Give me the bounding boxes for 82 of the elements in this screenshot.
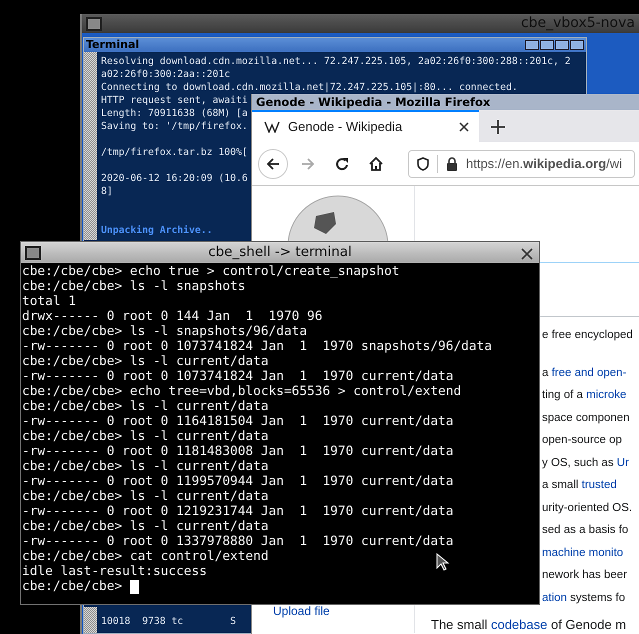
output-line: 10018 9738 tc S: [101, 615, 236, 628]
terminal-line: cbe:/cbe/cbe> ls -l current/data: [22, 519, 269, 534]
window-title: cbe_vbox5-nova: [520, 14, 635, 33]
status-line: Unpacking Archive..: [101, 224, 213, 237]
article-text: ation systems fo: [542, 590, 626, 606]
text-cursor: [130, 580, 140, 594]
window-title: cbe_shell -> terminal: [208, 244, 352, 260]
output-line: 8]: [101, 185, 113, 198]
reload-icon: [334, 156, 350, 172]
window-menu-button[interactable]: [25, 246, 41, 260]
output-line: /tmp/firefox.tar.bz 100%[: [101, 146, 248, 159]
tab-title: Genode - Wikipedia: [288, 118, 402, 136]
close-icon: [521, 248, 533, 260]
article-text: The small codebase of Genode m: [431, 618, 626, 632]
article-link[interactable]: codebase: [490, 617, 548, 632]
output-line: 2020-06-12 16:20:09 (10.6: [101, 172, 248, 185]
article-link[interactable]: free and open-: [552, 366, 626, 378]
terminal-line: cbe:/cbe/cbe> echo true > control/create_snapshot: [22, 264, 400, 279]
mouse-pointer-icon: [436, 553, 450, 571]
article-link[interactable]: machine monito: [542, 546, 624, 558]
terminal-line: cbe:/cbe/cbe> ls -l current/data: [22, 489, 269, 504]
terminal-line: cbe:/cbe/cbe> ls -l snapshots: [22, 279, 246, 294]
terminal-line: total 1: [22, 294, 76, 309]
address-bar[interactable]: https://en.wikipedia.org/wi: [408, 150, 635, 178]
article-text: a small trusted: [542, 478, 618, 493]
window-title: Terminal: [86, 38, 140, 52]
output-line: Resolving download.cdn.mozilla.net... 72.247.225.105, 2a02:26f0:300:288::201c, 2: [101, 55, 571, 68]
terminal-line: -rw------- 0 root 0 1199570944 Jan 1 1970 current/data: [22, 474, 454, 489]
browser-tab[interactable]: Genode - Wikipedia: [252, 110, 479, 142]
url-text: https://en.wikipedia.org/wi: [466, 154, 622, 173]
terminal-line: -rw------- 0 root 0 1164181504 Jan 1 1970 current/data: [22, 414, 454, 429]
terminal-line: cbe:/cbe/cbe>: [22, 579, 122, 594]
article-link[interactable]: Ur: [616, 456, 629, 468]
article-text: a free and open-: [542, 366, 628, 380]
article-text: ting of a microke: [542, 388, 628, 403]
output-line: a02:26f0:300:2aa::201c: [101, 68, 230, 81]
article-link[interactable]: trusted: [582, 479, 617, 491]
window-menu-button[interactable]: [86, 16, 102, 30]
terminal-line: cbe:/cbe/cbe> echo tree=vbd,blocks=65536 > control/extend: [22, 384, 462, 399]
article-text: nework has beer: [542, 568, 628, 583]
terminal-line: cbe:/cbe/cbe> ls -l snapshots/96/data: [22, 324, 308, 339]
terminal-line: drwx------ 0 root 0 144 Jan 1 1970 96: [22, 309, 322, 324]
terminal-line: -rw------- 0 root 0 1181483008 Jan 1 1970 current/data: [22, 444, 454, 459]
terminal-line: cbe:/cbe/cbe> ls -l current/data: [22, 354, 269, 369]
terminal-line: cbe:/cbe/cbe> cat control/extend: [22, 549, 269, 564]
terminal-line: idle last-result:success: [22, 564, 207, 579]
terminal-line: -rw------- 0 root 0 1073741824 Jan 1 1970 snapshots/96/data: [22, 339, 492, 354]
back-icon: [265, 156, 281, 172]
maximize-button[interactable]: [540, 40, 554, 50]
home-icon: [368, 156, 384, 172]
article-text: space componen: [542, 410, 631, 426]
restore-button[interactable]: [555, 40, 569, 50]
output-line: Connecting to download.cdn.mozilla.net|72.247.225.105|:80... connected.: [101, 81, 518, 94]
terminal-line: -rw------- 0 root 0 1073741824 Jan 1 1970 current/data: [22, 369, 454, 384]
shield-icon[interactable]: [417, 156, 429, 170]
forward-icon: [300, 156, 316, 172]
window-title: Genode - Wikipedia - Mozilla Firefox: [252, 94, 639, 110]
article-link[interactable]: ation: [542, 592, 567, 604]
terminal-line: cbe:/cbe/cbe> ls -l current/data: [22, 429, 269, 444]
article-text: e free encycloped: [542, 328, 633, 343]
terminal-line: cbe:/cbe/cbe> ls -l current/data: [22, 399, 269, 414]
scrollbar[interactable]: [84, 52, 97, 240]
article-link[interactable]: microke: [586, 389, 626, 401]
terminal-line: cbe:/cbe/cbe> ls -l current/data: [22, 459, 269, 474]
minimize-button[interactable]: [525, 40, 539, 50]
article-text: y OS, such as Ur: [542, 456, 630, 470]
output-line: Saving to: '/tmp/firefox.: [101, 120, 248, 133]
output-line: Length: 70911638 (68M) [a: [101, 107, 248, 120]
terminal-line: -rw------- 0 root 0 1219231744 Jan 1 1970 current/data: [22, 504, 454, 519]
article-text: urity-oriented OS.: [542, 500, 633, 516]
close-button[interactable]: [570, 40, 584, 50]
back-button[interactable]: [258, 148, 288, 178]
article-text: open-source op: [542, 433, 623, 448]
plus-icon: [491, 120, 505, 134]
terminal-line: -rw------- 0 root 0 1337978880 Jan 1 1970 current/data: [22, 534, 454, 549]
scrollbar-track: [84, 607, 97, 633]
output-line: HTTP request sent, awaiti: [101, 94, 248, 107]
wikipedia-w-icon: [264, 121, 280, 133]
article-text: sed as a basis fo: [542, 523, 630, 538]
lock-icon[interactable]: [446, 156, 458, 170]
close-icon[interactable]: [459, 122, 469, 132]
upload-file-link[interactable]: Upload file: [273, 604, 330, 618]
